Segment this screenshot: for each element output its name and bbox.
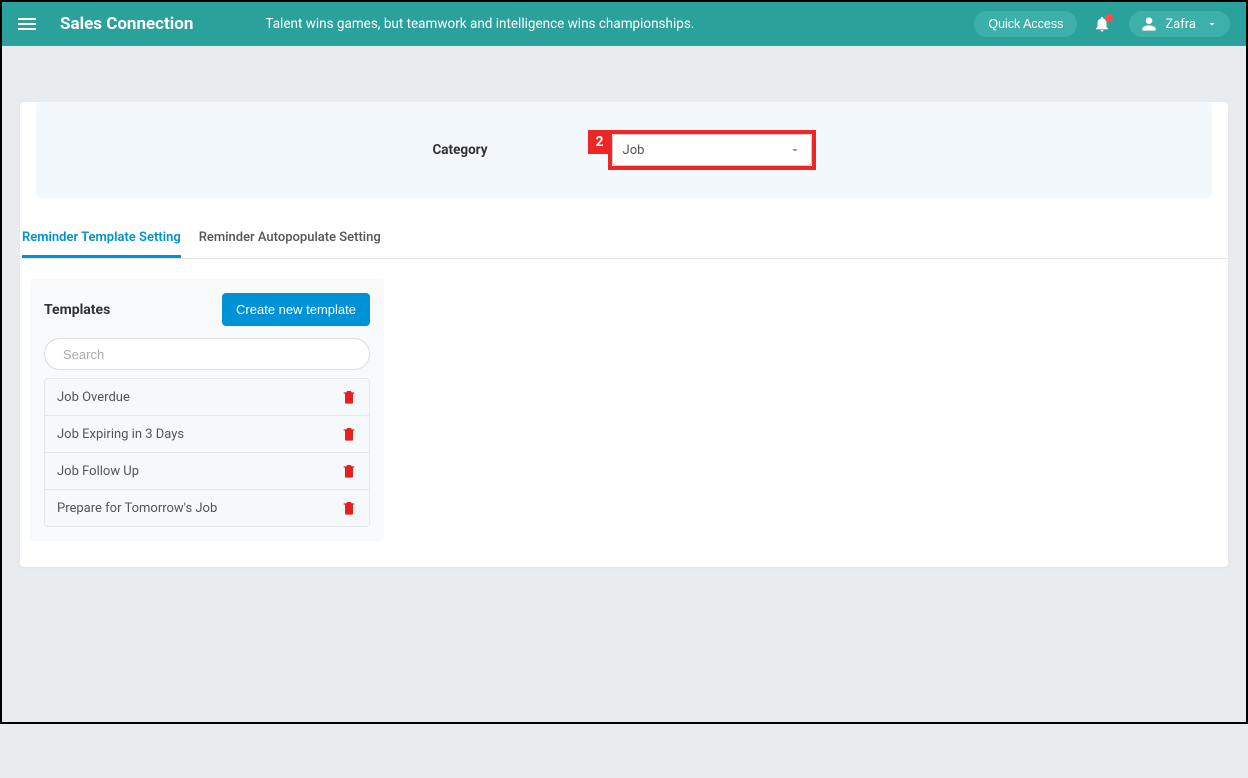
notifications-button[interactable] [1093, 15, 1111, 33]
user-icon [1141, 16, 1157, 32]
template-row[interactable]: Job Overdue [45, 379, 369, 416]
content-card: Category 2 Job Reminder Template Setting… [20, 102, 1228, 567]
hamburger-menu-icon[interactable] [18, 18, 36, 30]
category-select-highlight: 2 Job [608, 130, 816, 170]
delete-template-button[interactable] [341, 463, 357, 479]
template-row[interactable]: Prepare for Tomorrow's Job [45, 490, 369, 526]
templates-panel-header: Templates Create new template [44, 293, 370, 326]
topbar: Sales Connection Talent wins games, but … [2, 2, 1246, 46]
template-name: Job Follow Up [57, 464, 139, 479]
category-label: Category [432, 142, 487, 158]
chevron-down-icon [1206, 18, 1218, 30]
template-row[interactable]: Job Expiring in 3 Days [45, 416, 369, 453]
delete-template-button[interactable] [341, 500, 357, 516]
templates-search-input[interactable] [44, 338, 370, 370]
trash-icon [341, 426, 357, 442]
trash-icon [341, 389, 357, 405]
category-select[interactable]: Job [612, 134, 812, 166]
category-bar: Category 2 Job [36, 102, 1212, 198]
template-name: Prepare for Tomorrow's Job [57, 501, 217, 516]
tabs: Reminder Template Setting Reminder Autop… [20, 220, 1228, 259]
user-menu[interactable]: Zafra [1129, 11, 1230, 37]
delete-template-button[interactable] [341, 426, 357, 442]
trash-icon [341, 500, 357, 516]
create-template-button[interactable]: Create new template [222, 293, 370, 326]
brand-title: Sales Connection [60, 14, 193, 34]
template-name: Job Expiring in 3 Days [57, 427, 184, 442]
callout-badge: 2 [588, 130, 612, 154]
delete-template-button[interactable] [341, 389, 357, 405]
template-name: Job Overdue [57, 390, 130, 405]
templates-list: Job Overdue Job Expiring in 3 Days Job F… [44, 378, 370, 527]
template-row[interactable]: Job Follow Up [45, 453, 369, 490]
tagline-text: Talent wins games, but teamwork and inte… [265, 16, 974, 32]
notification-badge [1105, 14, 1113, 22]
quick-access-button[interactable]: Quick Access [974, 11, 1077, 37]
chevron-down-icon [789, 144, 801, 156]
user-name: Zafra [1165, 17, 1196, 32]
templates-panel-title: Templates [44, 302, 110, 318]
tab-reminder-template-setting[interactable]: Reminder Template Setting [22, 220, 181, 258]
page-area: Category 2 Job Reminder Template Setting… [2, 102, 1246, 778]
templates-panel: Templates Create new template Job Overdu… [30, 279, 384, 541]
category-select-value: Job [623, 143, 645, 158]
tab-reminder-autopopulate-setting[interactable]: Reminder Autopopulate Setting [199, 220, 381, 258]
trash-icon [341, 463, 357, 479]
